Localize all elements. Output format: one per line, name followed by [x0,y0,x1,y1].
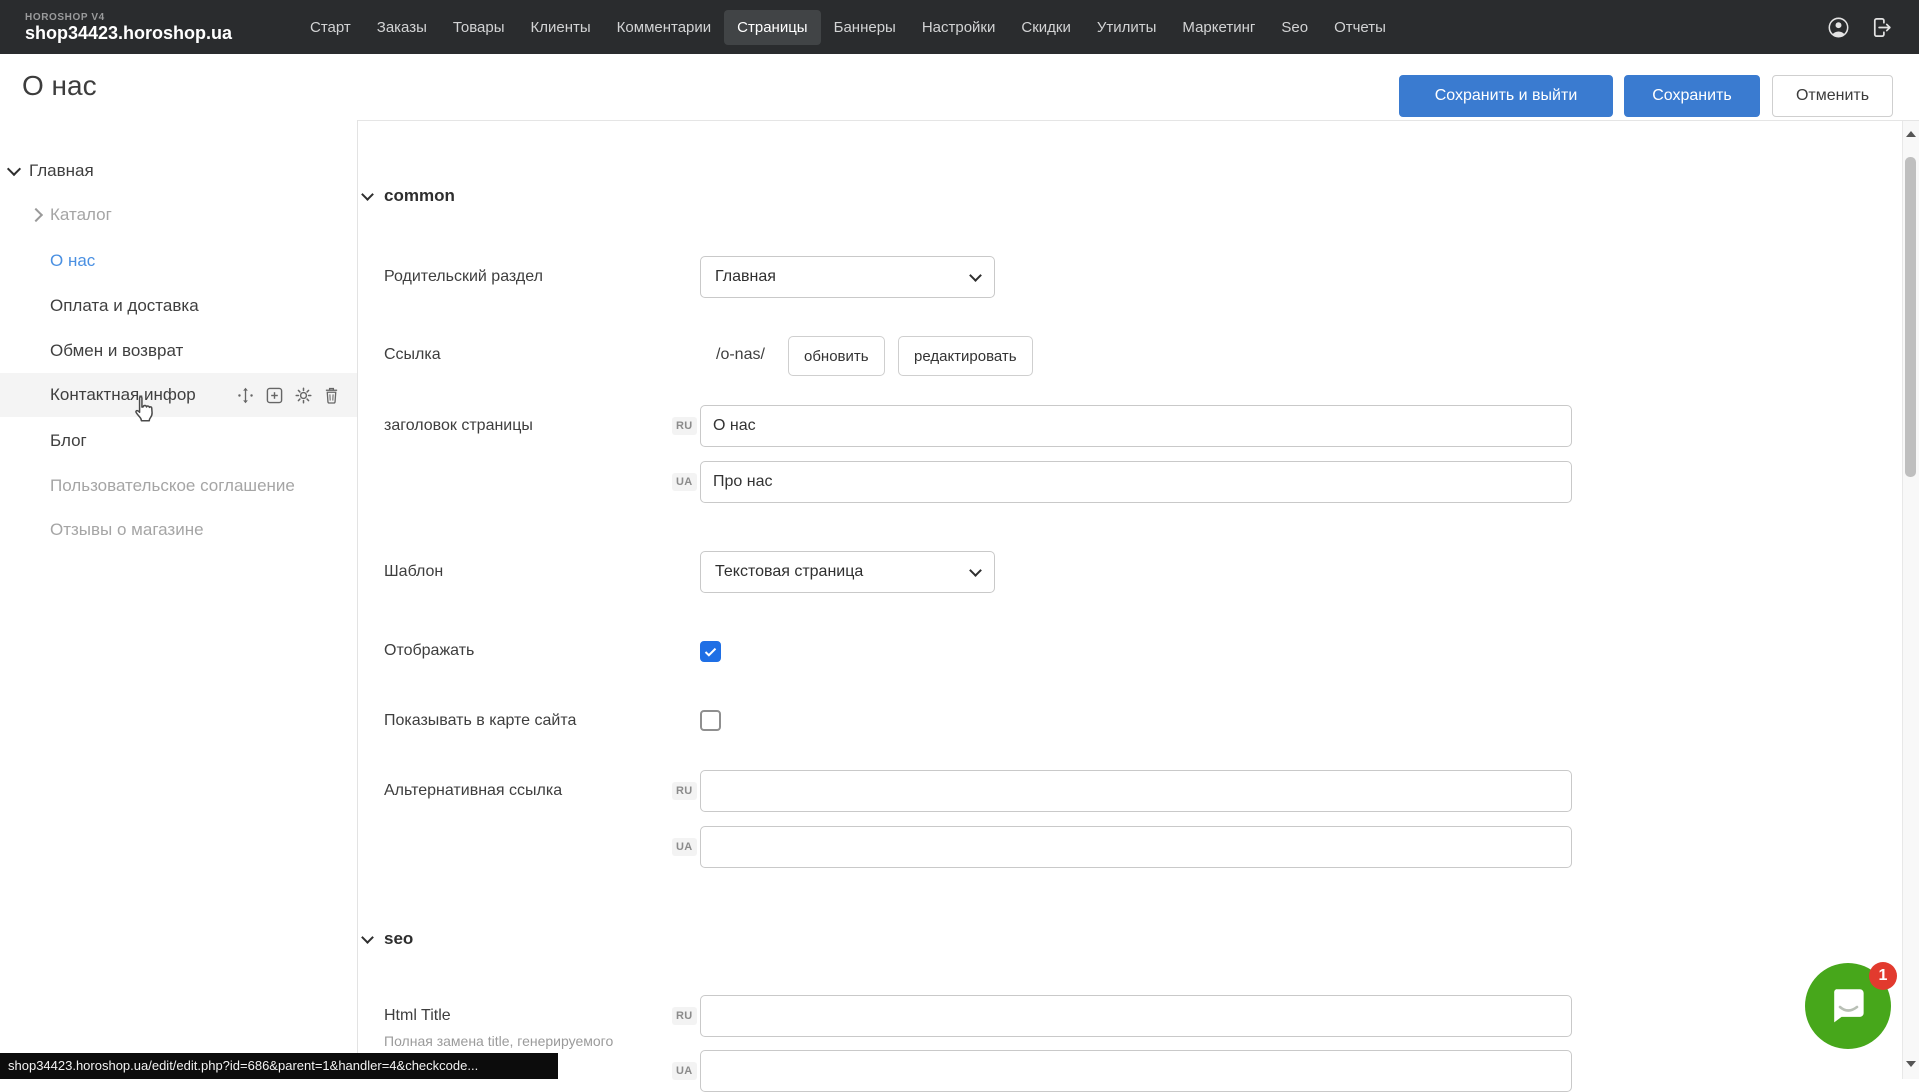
chevron-down-icon [361,931,374,944]
sidebar-item-oplata-i-dostavka[interactable]: Оплата и доставка [0,284,357,328]
nav-item-reports[interactable]: Отчеты [1321,10,1399,45]
lang-tag-ua: UA [672,1062,697,1080]
html-title-ru-input[interactable] [700,995,1572,1037]
nav-item-pages[interactable]: Страницы [724,10,820,45]
section-common-header[interactable]: common [363,186,455,206]
chevron-down-icon [361,188,374,201]
nav-right-icons [1827,16,1919,39]
pages-tree-sidebar: Главная Каталог О нас Оплата и доставка … [0,120,358,1079]
add-icon[interactable] [266,387,283,404]
display-checkbox[interactable] [700,641,721,662]
chevron-right-icon[interactable] [29,208,43,222]
lang-tag-ua: UA [672,838,697,856]
sidebar-item-blog[interactable]: Блог [0,419,357,463]
nav-item-discounts[interactable]: Скидки [1008,10,1083,45]
chevron-down-icon [969,564,982,577]
template-label: Шаблон [384,562,443,582]
nav-item-products[interactable]: Товары [440,10,518,45]
link-label: Ссылка [384,345,441,365]
alt-link-ru-input[interactable] [700,770,1572,812]
edit-link-button[interactable]: редактировать [898,336,1033,376]
lang-tag-ru: RU [672,782,697,800]
save-button[interactable]: Сохранить [1624,75,1760,117]
tree-row-actions [237,373,339,417]
page: HOROSHOP V4 shop34423.horoshop.ua Старт … [0,0,1919,1079]
section-seo-header[interactable]: seo [363,929,413,949]
account-icon[interactable] [1827,16,1850,39]
display-label: Отображать [384,641,474,661]
html-title-label: Html Title [384,1006,451,1026]
scroll-down-button[interactable] [1906,1061,1916,1067]
nav-item-utilities[interactable]: Утилиты [1084,10,1170,45]
sidebar-item-otzyvy-o-magazine[interactable]: Отзывы о магазине [0,508,357,552]
lang-tag-ru: RU [672,1007,697,1025]
nav-item-marketing[interactable]: Маркетинг [1169,10,1268,45]
parent-section-label: Родительский раздел [384,267,543,287]
sidebar-item-glavnaya[interactable]: Главная [0,149,357,193]
page-title-ru-input[interactable] [700,405,1572,447]
page-title-ua-input[interactable] [700,461,1572,503]
scrollbar-thumb[interactable] [1905,157,1916,477]
alt-link-ua-input[interactable] [700,826,1572,868]
top-navbar: HOROSHOP V4 shop34423.horoshop.ua Старт … [0,0,1919,54]
main-menu: Старт Заказы Товары Клиенты Комментарии … [297,10,1399,45]
save-and-exit-button[interactable]: Сохранить и выйти [1399,75,1613,117]
html-title-ua-input[interactable] [700,1050,1572,1092]
page-title: О нас [22,70,97,102]
nav-item-settings[interactable]: Настройки [909,10,1009,45]
nav-item-orders[interactable]: Заказы [364,10,440,45]
sitemap-checkbox[interactable] [700,710,721,731]
sidebar-item-polzovatelskoe-soglashenie[interactable]: Пользовательское соглашение [0,464,357,508]
html-title-hint: Полная замена title, генерируемого [384,1032,613,1050]
cancel-button[interactable]: Отменить [1772,75,1893,117]
brand-version: HOROSHOP V4 [25,12,255,23]
sidebar-item-katalog[interactable]: Каталог [0,193,357,237]
chevron-down-icon[interactable] [7,162,21,176]
settings-icon[interactable] [295,387,312,404]
brand[interactable]: HOROSHOP V4 shop34423.horoshop.ua [0,12,255,43]
sidebar-item-obmen-i-vozvrat[interactable]: Обмен и возврат [0,329,357,373]
nav-item-banners[interactable]: Баннеры [821,10,909,45]
nav-item-comments[interactable]: Комментарии [604,10,724,45]
status-url-bar: shop34423.horoshop.ua/edit/edit.php?id=6… [0,1053,558,1079]
page-header: О нас Сохранить и выйти Сохранить Отмени… [0,54,1919,121]
link-path: /o-nas/ [716,345,765,365]
sidebar-item-o-nas[interactable]: О нас [0,239,357,283]
parent-section-select[interactable]: Главная [700,256,995,298]
move-icon[interactable] [237,387,254,404]
logout-icon[interactable] [1870,16,1893,39]
sitemap-label: Показывать в карте сайта [384,711,576,731]
lang-tag-ua: UA [672,473,697,491]
chevron-down-icon [969,269,982,282]
page-title-label: заголовок страницы [384,416,533,436]
scroll-up-button[interactable] [1906,131,1916,137]
alt-link-label: Альтернативная ссылка [384,781,562,801]
chat-unread-badge: 1 [1869,962,1897,990]
template-select[interactable]: Текстовая страница [700,551,995,593]
nav-item-clients[interactable]: Клиенты [518,10,604,45]
delete-icon[interactable] [324,387,339,404]
sidebar-item-kontaktnaya-informatsiya[interactable]: Контактная инфор [0,373,357,417]
nav-item-seo[interactable]: Seo [1268,10,1321,45]
chat-bubble-icon [1825,981,1871,1032]
nav-item-start[interactable]: Старт [297,10,364,45]
brand-domain: shop34423.horoshop.ua [25,23,255,43]
lang-tag-ru: RU [672,417,697,435]
update-link-button[interactable]: обновить [788,336,885,376]
